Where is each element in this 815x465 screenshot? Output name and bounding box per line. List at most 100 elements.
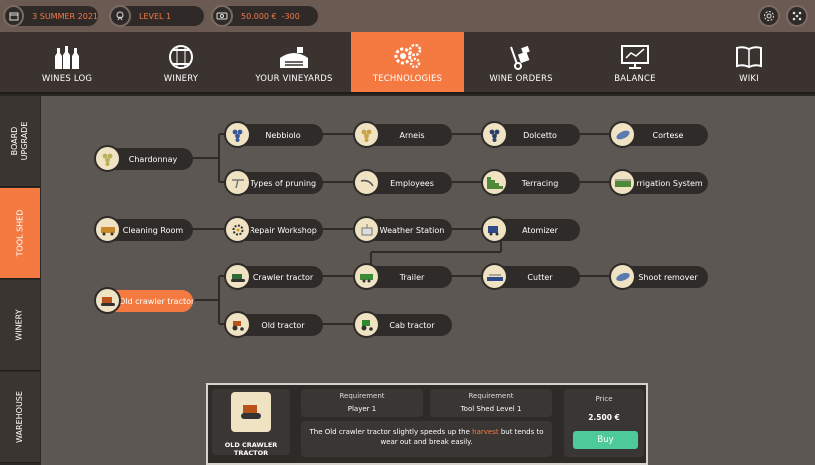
hand-truck-icon (510, 45, 530, 70)
side-tab-board-upgrade[interactable]: BOARD UPGRADE (0, 96, 40, 187)
grape-icon (94, 145, 121, 172)
side-tab-warehouse-label: WAREHOUSE (15, 391, 25, 443)
tech-node-arneis[interactable]: Arneis (353, 121, 452, 148)
tech-node-cab-tractor[interactable]: Cab tractor (353, 311, 452, 338)
gear-icon (764, 11, 774, 21)
requirement-1-title: Requirement (339, 392, 385, 400)
sprayer-icon (481, 216, 508, 243)
tab-technologies[interactable]: TECHNOLOGIES (351, 32, 464, 92)
description-card: The Old crawler tractor slightly speeds … (301, 421, 552, 457)
vineyard-icon (280, 47, 308, 68)
crawler-tractor-icon (224, 263, 251, 290)
main-navigation: WINES LOG WINERY YOUR VINEYARDS TECHNOLO… (0, 32, 815, 94)
tab-your-vineyards[interactable]: YOUR VINEYARDS (238, 32, 350, 92)
tech-node-dolcetto[interactable]: Dolcetto (481, 121, 580, 148)
tab-your-vineyards-label: YOUR VINEYARDS (255, 74, 333, 84)
tech-node-old-tractor[interactable]: Old tractor (224, 311, 323, 338)
requirement-card-2: Requirement Tool Shed Level 1 (430, 389, 552, 417)
buy-button[interactable]: Buy (573, 431, 638, 449)
tech-node-terracing[interactable]: Terracing (481, 169, 580, 196)
wrench-gear-icon (224, 216, 251, 243)
item-name: OLD CRAWLER TRACTOR (224, 441, 278, 457)
tab-technologies-label: TECHNOLOGIES (372, 74, 443, 84)
level-pill: LEVEL 1 (109, 5, 204, 27)
side-tabs: BOARD UPGRADE TOOL SHED WINERY WAREHOUSE (0, 96, 41, 465)
side-tab-tool-shed-label: TOOL SHED (15, 209, 25, 257)
trailer-icon (353, 263, 380, 290)
date-text: 3 SUMMER 2021 (32, 11, 98, 21)
item-card: OLD CRAWLER TRACTOR (212, 389, 290, 457)
status-bar: 3 SUMMER 2021 LEVEL 1 50.000 € -300 (0, 0, 815, 32)
tech-node-shoot-remover[interactable]: Shoot remover (609, 263, 708, 290)
tech-node-crawler-tractor[interactable]: Crawler tractor (224, 263, 323, 290)
irrigation-icon (609, 169, 636, 196)
network-icon (792, 11, 802, 21)
tab-balance[interactable]: BALANCE (582, 32, 688, 92)
price-value: 2.500 € (588, 413, 620, 422)
tech-node-cleaning-room[interactable]: Cleaning Room (94, 216, 193, 243)
grape-icon (353, 121, 380, 148)
book-icon (736, 46, 762, 69)
requirement-card-1: Requirement Player 1 (301, 389, 423, 417)
grape-icon (481, 121, 508, 148)
tech-node-nebbiolo[interactable]: Nebbiolo (224, 121, 323, 148)
monitor-chart-icon (621, 45, 649, 69)
tech-node-chardonnay[interactable]: Chardonnay (94, 145, 193, 172)
tech-node-old-crawler-tractor[interactable]: Old crawler tractor (94, 287, 194, 314)
tech-node-cortese[interactable]: Cortese (609, 121, 708, 148)
level-text: LEVEL 1 (139, 11, 172, 21)
money-pill: 50.000 € -300 (211, 5, 318, 27)
terrace-icon (481, 169, 508, 196)
tab-wine-orders-label: WINE ORDERS (489, 74, 553, 84)
grape-icon (609, 121, 636, 148)
tech-node-weather-station[interactable]: Weather Station (353, 216, 452, 243)
tab-balance-label: BALANCE (614, 74, 656, 84)
cutter-icon (481, 263, 508, 290)
side-tab-winery[interactable]: WINERY (0, 280, 40, 371)
sickle-icon (353, 169, 380, 196)
description-text: The Old crawler tractor slightly speeds … (309, 427, 544, 447)
price-title: Price (595, 395, 613, 403)
tab-wines-log[interactable]: WINES LOG (14, 32, 120, 92)
requirement-2-value: Tool Shed Level 1 (460, 405, 522, 413)
date-pill: 3 SUMMER 2021 (3, 5, 98, 27)
share-button[interactable] (786, 5, 808, 27)
tech-node-irrigation-system[interactable]: Irrigation System (609, 169, 708, 196)
tab-wine-orders[interactable]: WINE ORDERS (468, 32, 574, 92)
cleaning-machine-icon (94, 216, 121, 243)
money-icon (211, 5, 233, 27)
calendar-icon (3, 5, 25, 27)
tech-detail-panel: OLD CRAWLER TRACTOR Requirement Player 1… (206, 383, 648, 465)
side-tab-board-upgrade-label: BOARD UPGRADE (10, 121, 29, 161)
money-value: 50.000 € (241, 11, 277, 21)
side-tab-winery-label: WINERY (15, 309, 24, 341)
tech-node-trailer[interactable]: Trailer (353, 263, 452, 290)
gears-icon (394, 43, 421, 69)
tech-node-atomizer[interactable]: Atomizer (481, 216, 580, 243)
barrel-icon (169, 45, 193, 69)
pruning-shears-icon (224, 169, 251, 196)
old-crawler-tractor-image (231, 392, 271, 432)
shoot-remover-icon (609, 263, 636, 290)
tab-winery[interactable]: WINERY (128, 32, 234, 92)
settings-button[interactable] (758, 5, 780, 27)
tab-winery-label: WINERY (163, 74, 199, 84)
tab-wines-log-label: WINES LOG (41, 74, 93, 84)
tech-node-employees[interactable]: Employees (353, 169, 452, 196)
wine-bottles-icon (55, 46, 79, 69)
side-tab-warehouse[interactable]: WAREHOUSE (0, 372, 40, 463)
requirement-2-title: Requirement (468, 392, 514, 400)
tech-node-repair-workshop[interactable]: Repair Workshop (224, 216, 323, 243)
description-highlight: harvest (472, 428, 499, 436)
tech-node-cutter[interactable]: Cutter (481, 263, 580, 290)
tab-wiki[interactable]: WIKI (696, 32, 802, 92)
money-text: 50.000 € -300 (241, 12, 300, 21)
money-change: -300 (281, 11, 300, 21)
requirement-1-value: Player 1 (347, 405, 377, 413)
side-tab-tool-shed[interactable]: TOOL SHED (0, 188, 40, 279)
cab-tractor-icon (353, 311, 380, 338)
weather-station-icon (353, 216, 380, 243)
old-crawler-tractor-icon (94, 287, 121, 314)
old-tractor-icon (224, 311, 251, 338)
tech-node-types-of-pruning[interactable]: Types of pruning (224, 169, 323, 196)
